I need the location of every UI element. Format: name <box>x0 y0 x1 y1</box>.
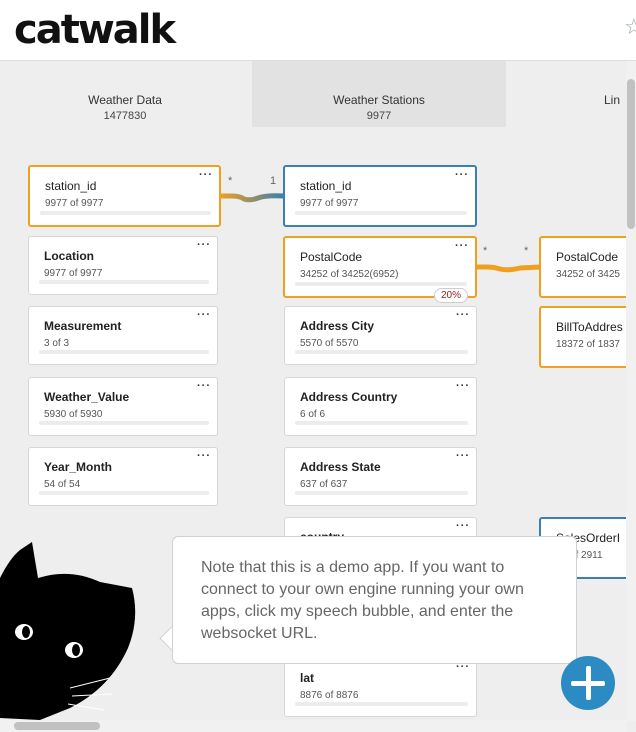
field-card-address-city[interactable]: ··· Address City 5570 of 5570 <box>284 306 477 365</box>
link-cardinality-right: 1 <box>270 175 277 187</box>
field-count: 34252 of 3425 <box>556 269 620 280</box>
more-dots-icon[interactable]: ··· <box>456 520 470 532</box>
more-dots-icon[interactable]: ··· <box>456 309 470 321</box>
field-name: BillToAddres <box>556 320 623 334</box>
field-card-station-id[interactable]: ··· station_id 9977 of 9977 <box>28 165 221 227</box>
percentage-badge: 20% <box>434 288 469 303</box>
field-name: lat <box>300 671 315 685</box>
field-card-measurement[interactable]: ··· Measurement 3 of 3 <box>28 306 218 365</box>
field-name: Address Country <box>300 390 398 404</box>
speech-bubble[interactable]: Note that this is a demo app. If you wan… <box>172 536 577 664</box>
field-bar <box>295 350 468 354</box>
more-dots-icon[interactable]: ··· <box>456 380 470 392</box>
field-card-lat[interactable]: ··· lat 8876 of 8876 <box>284 658 477 717</box>
field-count: 5570 of 5570 <box>300 338 359 349</box>
field-card-bill-to-address[interactable]: BillToAddres 18372 of 1837 <box>539 306 626 368</box>
field-count: 18372 of 1837 <box>556 339 620 350</box>
field-bar <box>39 280 209 284</box>
field-count: 5930 of 5930 <box>44 409 103 420</box>
field-bar <box>39 350 209 354</box>
field-card-station-id[interactable]: ··· station_id 9977 of 9977 <box>283 165 477 227</box>
field-name: Measurement <box>44 319 122 333</box>
field-count: 8876 of 8876 <box>300 690 359 701</box>
more-dots-icon[interactable]: ··· <box>197 380 211 392</box>
field-bar <box>40 211 211 215</box>
scrollbar-thumb[interactable] <box>627 79 635 229</box>
more-dots-icon[interactable]: ··· <box>199 169 213 181</box>
field-count: 9977 of 9977 <box>44 268 103 279</box>
field-name: Year_Month <box>44 460 113 474</box>
link-cardinality-right: * <box>524 245 529 257</box>
more-dots-icon[interactable]: ··· <box>197 450 211 462</box>
field-card-weather-value[interactable]: ··· Weather_Value 5930 of 5930 <box>28 377 218 436</box>
field-card-postal-code[interactable]: PostalCode 34252 of 3425 <box>539 236 626 298</box>
link-station-id <box>220 193 285 203</box>
more-dots-icon[interactable]: ··· <box>197 309 211 321</box>
horizontal-scrollbar[interactable] <box>0 720 626 732</box>
more-dots-icon[interactable]: ··· <box>456 450 470 462</box>
more-dots-icon[interactable]: ··· <box>455 169 469 181</box>
field-bar <box>295 421 468 425</box>
field-bar <box>295 211 467 215</box>
more-dots-icon[interactable]: ··· <box>197 239 211 251</box>
field-name: Weather_Value <box>44 390 130 404</box>
field-name: station_id <box>45 179 97 193</box>
link-cardinality-left: * <box>228 175 233 187</box>
field-count: 6 of 6 <box>300 409 326 420</box>
field-count: 9977 of 9977 <box>45 198 104 209</box>
field-name: PostalCode <box>300 250 363 264</box>
add-button[interactable] <box>561 656 615 710</box>
field-card-address-state[interactable]: ··· Address State 637 of 637 <box>284 447 477 506</box>
field-card-address-country[interactable]: ··· Address Country 6 of 6 <box>284 377 477 436</box>
field-bar <box>295 282 467 286</box>
field-card-year-month[interactable]: ··· Year_Month 54 of 54 <box>28 447 218 506</box>
cat-mascot-icon[interactable] <box>0 538 170 720</box>
field-bar <box>295 702 468 706</box>
field-name: Address State <box>300 460 381 474</box>
scrollbar-thumb[interactable] <box>14 722 100 730</box>
star-icon[interactable]: ☆ <box>624 14 636 40</box>
field-count: 3 of 3 <box>44 338 70 349</box>
field-name: PostalCode <box>556 250 619 264</box>
field-count: 9977 of 9977 <box>300 198 359 209</box>
catwalk-logo: catwalk <box>14 7 176 53</box>
field-bar <box>39 491 209 495</box>
vertical-scrollbar[interactable] <box>626 61 636 721</box>
field-count: 34252 of 34252(6952) <box>300 269 399 280</box>
link-postal-code <box>476 264 541 273</box>
field-count: 637 of 637 <box>300 479 348 490</box>
more-dots-icon[interactable]: ··· <box>455 240 469 252</box>
field-name: Location <box>44 249 94 263</box>
field-name: station_id <box>300 179 352 193</box>
link-cardinality-left: * <box>483 245 488 257</box>
field-name: Address City <box>300 319 375 333</box>
field-count: 54 of 54 <box>44 479 81 490</box>
app-header: catwalk ☆ <box>0 0 636 61</box>
field-bar <box>295 491 468 495</box>
field-card-location[interactable]: ··· Location 9977 of 9977 <box>28 236 218 295</box>
field-bar <box>39 421 209 425</box>
